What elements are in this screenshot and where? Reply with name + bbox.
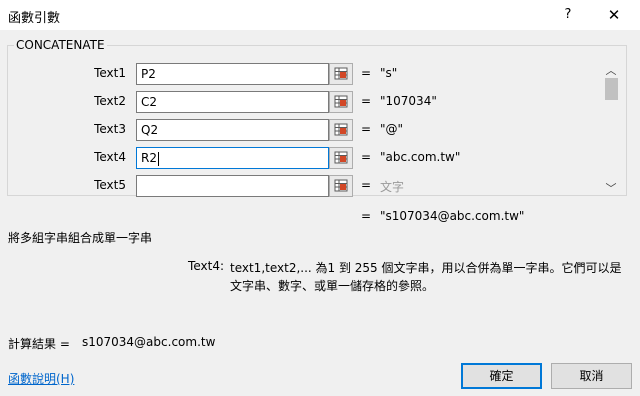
chevron-down-icon[interactable]: ﹀	[604, 180, 618, 195]
collapse-dialog-icon	[334, 67, 348, 80]
arg-input-text4[interactable]: R2	[136, 147, 329, 169]
function-name: CONCATENATE	[14, 38, 107, 52]
range-select-button[interactable]	[329, 63, 353, 85]
ok-button[interactable]: 確定	[461, 363, 542, 389]
title-bar: 函數引數 ? ✕	[0, 0, 640, 30]
scroll-thumb[interactable]	[605, 78, 618, 100]
collapse-dialog-icon	[334, 151, 348, 164]
close-button[interactable]: ✕	[604, 4, 624, 26]
formula-result: "s107034@abc.com.tw"	[380, 209, 525, 223]
arg-row-text1: Text1 P2 = "s"	[0, 63, 600, 85]
range-select-button[interactable]	[329, 175, 353, 197]
arg-row-text2: Text2 C2 = "107034"	[0, 91, 600, 113]
collapse-dialog-icon	[334, 123, 348, 136]
arg-label: Text4	[94, 150, 126, 164]
range-select-button[interactable]	[329, 91, 353, 113]
arg-row-text3: Text3 Q2 = "@"	[0, 119, 600, 141]
arg-input-text2[interactable]: C2	[136, 91, 329, 113]
arg-label: Text3	[94, 122, 126, 136]
equals-sign: =	[361, 150, 372, 164]
arg-input-text3[interactable]: Q2	[136, 119, 329, 141]
function-help-link[interactable]: 函數說明(H)	[8, 370, 74, 387]
calc-result-value: s107034@abc.com.tw	[82, 335, 216, 349]
arg-label: Text2	[94, 94, 126, 108]
dialog-title: 函數引數	[8, 11, 61, 26]
range-select-button[interactable]	[329, 147, 353, 169]
arg-label: Text1	[94, 66, 126, 80]
equals-sign: =	[361, 94, 372, 108]
arg-input-value: R2	[141, 151, 157, 165]
cancel-button[interactable]: 取消	[551, 363, 632, 389]
chevron-up-icon[interactable]: ︿	[604, 62, 618, 77]
collapse-dialog-icon	[334, 95, 348, 108]
arg-result: "abc.com.tw"	[380, 150, 461, 164]
arg-row-text4: Text4 R2 = "abc.com.tw"	[0, 147, 600, 169]
equals-sign: =	[361, 209, 372, 223]
help-button[interactable]: ?	[560, 5, 576, 25]
arg-description-label: Text4:	[188, 259, 224, 273]
arg-result-hint: 文字	[380, 180, 405, 194]
text-caret	[157, 151, 159, 166]
arg-result: "s"	[380, 66, 398, 80]
arg-result: "107034"	[380, 94, 437, 108]
arg-row-text5: Text5 = 文字	[0, 175, 600, 197]
equals-sign: =	[361, 122, 372, 136]
range-select-button[interactable]	[329, 119, 353, 141]
arg-input-text1[interactable]: P2	[136, 63, 329, 85]
equals-sign: =	[361, 178, 372, 192]
calc-result-label: 計算結果 =	[8, 337, 70, 351]
collapse-dialog-icon	[334, 179, 348, 192]
function-description: 將多組字串組合成單一字串	[8, 231, 153, 245]
arg-description-text: text1,text2,... 為1 到 255 個文字串，用以合併為單一字串。…	[230, 261, 622, 293]
arg-input-text5[interactable]	[136, 175, 329, 197]
equals-sign: =	[361, 66, 372, 80]
arg-result: "@"	[380, 122, 404, 136]
arg-label: Text5	[94, 178, 126, 192]
